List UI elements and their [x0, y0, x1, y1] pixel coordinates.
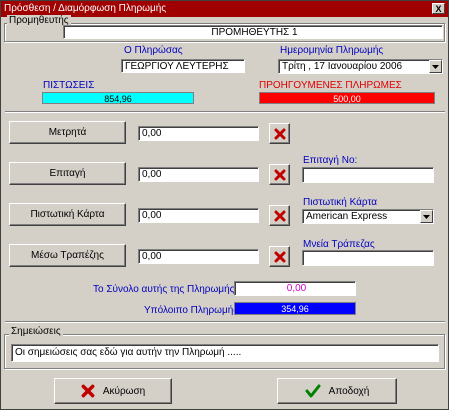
payer-field[interactable]: ΓΕΩΡΓΙΟΥ ΛΕΥΤΕΡΗΣ [121, 59, 245, 73]
remaining-label: Υπόλοιπο Πληρωμής [144, 305, 239, 316]
red-x-icon [81, 384, 95, 398]
payment-date-field[interactable]: Τρίτη , 17 Ιανουαρίου 2006 [278, 59, 443, 74]
credit-card-selected: American Express [306, 211, 388, 222]
bank-clear-button[interactable] [269, 246, 290, 267]
cash-amount-field[interactable]: 0,00 [138, 126, 259, 141]
payer-label: Ο Πληρώσας [124, 45, 183, 56]
payment-date-value: Τρίτη , 17 Ιανουαρίου 2006 [282, 61, 403, 72]
previous-payments-label: ΠΡΟΗΓΟΥΜΕΝΕΣ ΠΛΗΡΩΜΕΣ [259, 80, 402, 91]
cheque-no-field[interactable] [302, 167, 434, 183]
credit-card-clear-button[interactable] [269, 205, 290, 226]
cancel-label: Ακύρωση [102, 385, 146, 397]
chevron-down-icon[interactable] [420, 210, 433, 223]
red-x-icon [274, 210, 285, 221]
credit-card-amount-field[interactable]: 0,00 [138, 208, 259, 223]
credit-card-label: Πιστωτική Κάρτα [303, 197, 378, 208]
previous-payments-value: 500,00 [259, 92, 435, 104]
bank-button[interactable]: Μέσω Τραπέζης [9, 244, 126, 267]
green-check-icon [305, 384, 321, 398]
supplier-field[interactable]: ΠΡΟΜΗΘΕΥΤΗΣ 1 [63, 25, 443, 39]
supplier-group-title: Προμηθευτής [7, 15, 71, 26]
notes-group-title: Σημειώσεις [9, 326, 63, 337]
bank-note-field[interactable] [302, 250, 434, 266]
payment-dialog: Πρόσθεση / Διαμόρφωση Πληρωμής X Προμηθε… [0, 0, 449, 410]
total-label: Το Σύνολο αυτής της Πληρωμής [93, 284, 235, 295]
cancel-button[interactable]: Ακύρωση [54, 378, 172, 404]
red-x-icon [274, 128, 285, 139]
cash-button[interactable]: Μετρητά [9, 121, 126, 144]
notes-field[interactable]: Οι σημειώσεις σας εδώ για αυτήν την Πληρ… [11, 344, 439, 362]
red-x-icon [274, 251, 285, 262]
credit-card-select[interactable]: American Express [302, 209, 434, 224]
window-title: Πρόσθεση / Διαμόρφωση Πληρωμής [4, 3, 167, 14]
credits-label: ΠΙΣΤΩΣΕΙΣ [43, 80, 95, 91]
cheque-no-label: Επιταγή Νο: [303, 155, 358, 166]
payment-date-label: Ημερομηνία Πληρωμής [280, 45, 384, 56]
cheque-amount-field[interactable]: 0,00 [138, 167, 259, 182]
credits-value: 854,96 [42, 92, 194, 104]
credit-card-button[interactable]: Πιστωτική Κάρτα [9, 203, 126, 226]
accept-button[interactable]: Αποδοχή [277, 378, 397, 404]
cheque-button[interactable]: Επιταγή [9, 162, 126, 185]
cheque-clear-button[interactable] [269, 164, 290, 185]
close-button[interactable]: X [432, 3, 445, 14]
bank-amount-field[interactable]: 0,00 [138, 249, 259, 264]
cash-clear-button[interactable] [269, 123, 290, 144]
red-x-icon [274, 169, 285, 180]
remaining-value: 354,96 [234, 302, 356, 315]
total-value: 0,00 [234, 281, 356, 296]
accept-label: Αποδοχή [328, 385, 370, 397]
divider [5, 111, 445, 113]
chevron-down-icon[interactable] [429, 60, 442, 73]
divider [5, 321, 445, 323]
bank-note-label: Μνεία Τράπεζας [303, 239, 375, 250]
